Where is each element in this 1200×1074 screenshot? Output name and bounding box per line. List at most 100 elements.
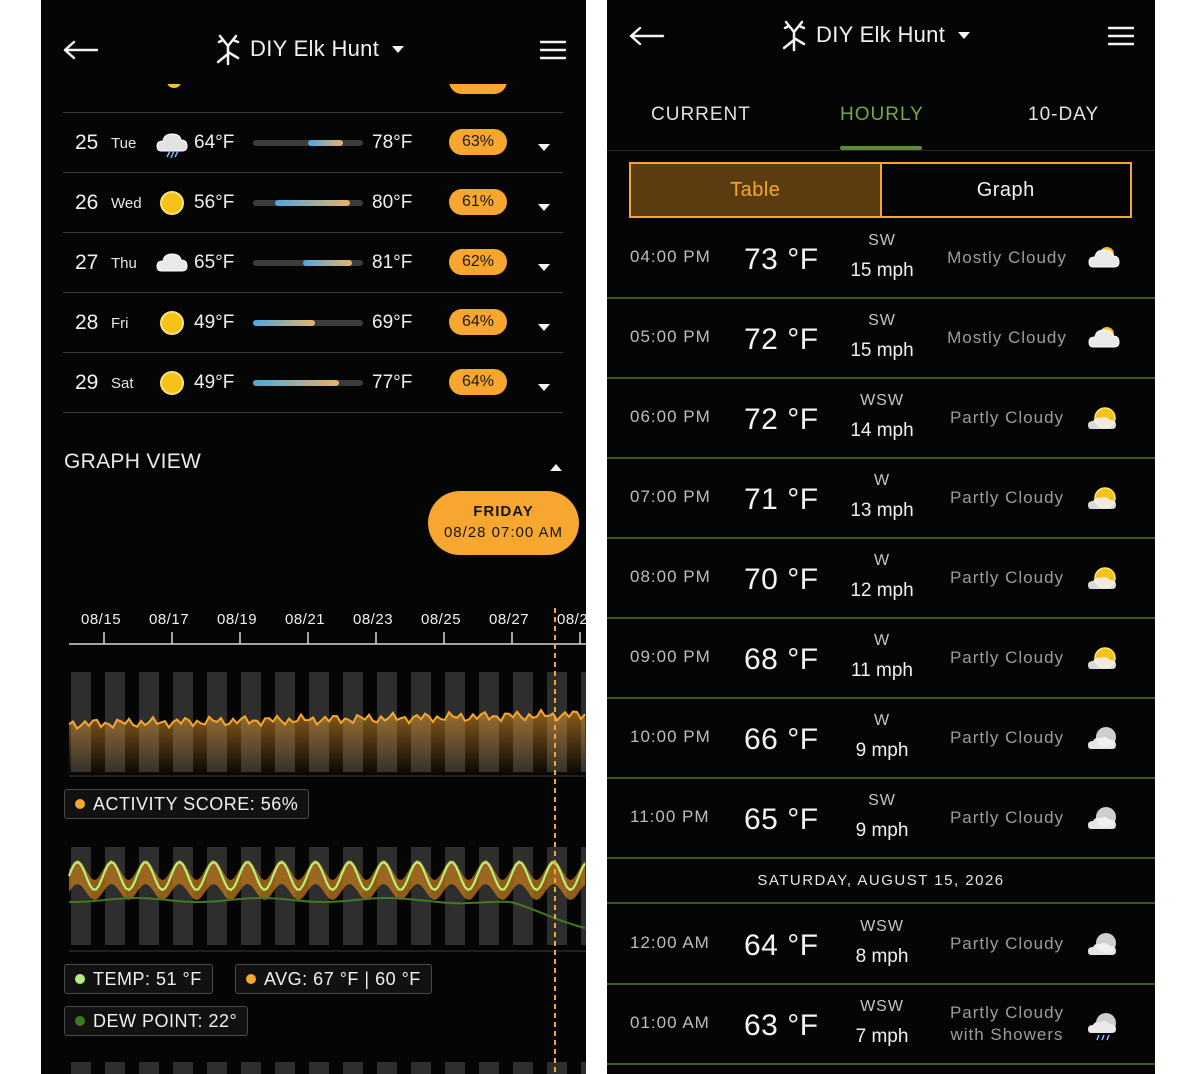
hamburger-menu-icon[interactable] (1108, 26, 1134, 46)
day-number: 26 (75, 191, 99, 214)
night-stripe (139, 847, 159, 945)
activity-score-badge: 64% (449, 369, 507, 395)
hourly-row[interactable]: 10:00 PM 66 °F W 9 mph Partly Cloudy (607, 699, 1155, 779)
hourly-row[interactable]: 01:00 AM 63 °F WSW 7 mph Partly Cloudy with S… (607, 985, 1155, 1065)
daily-row[interactable]: 27 Thu 65°F 81°F 62% (63, 233, 563, 293)
day-number: 28 (75, 311, 99, 334)
elk-logo-icon (780, 18, 808, 52)
hourly-row[interactable]: 11:00 PM 65 °F SW 9 mph Partly Cloudy (607, 779, 1155, 859)
hour-time: 11:00 PM (630, 807, 710, 826)
tab-current[interactable]: CURRENT (651, 104, 751, 126)
wind-speed: 14 mph (850, 420, 914, 441)
activity-temperature-graph[interactable] (41, 604, 586, 1074)
night-stripe (581, 847, 586, 945)
night-stripe (275, 1062, 295, 1074)
night-stripe (411, 1062, 431, 1074)
avg-label: AVG: 67 °F | 60 °F (264, 968, 421, 989)
high-temp: 69°F (372, 312, 413, 333)
condition-text: Mostly Cloudy (947, 248, 1067, 267)
wind-direction: WSW (860, 392, 904, 409)
hour-temp: 65 °F (744, 803, 819, 836)
hourly-row[interactable]: 12:00 AM 64 °F WSW 8 mph Partly Cloudy (607, 905, 1155, 985)
temp-range-fill (253, 380, 339, 386)
hamburger-menu-icon[interactable] (540, 40, 566, 60)
hour-time: 06:00 PM (630, 407, 711, 426)
night-stripe (377, 1062, 397, 1074)
wind-speed: 8 mph (855, 946, 909, 967)
app-brand-dropdown[interactable]: DIY Elk Hunt (214, 32, 405, 66)
chevron-down-icon[interactable] (537, 379, 551, 391)
condition-text: Partly Cloudy (949, 808, 1065, 827)
hourly-row[interactable]: 06:00 PM 72 °F WSW 14 mph Partly Cloudy (607, 379, 1155, 459)
hour-time: 12:00 AM (630, 933, 710, 952)
night-stripe (241, 1062, 261, 1074)
low-temp: 49°F (194, 372, 235, 393)
tab-divider (607, 150, 1155, 151)
high-temp: 81°F (372, 252, 413, 273)
night-stripe (309, 1062, 329, 1074)
table-view-button[interactable]: Table (631, 164, 882, 216)
back-arrow-icon[interactable] (63, 40, 99, 60)
daily-row[interactable]: 29 Sat 49°F 77°F 64% (63, 353, 563, 413)
temp-range-fill (253, 320, 315, 326)
condition-text: Partly Cloudy with Showers (937, 1002, 1077, 1046)
day-of-week: Fri (111, 315, 129, 332)
low-temp: 56°F (194, 192, 235, 213)
hour-temp: 71 °F (744, 483, 819, 516)
hour-time: 10:00 PM (630, 727, 711, 746)
partly-cloudy-icon (1087, 643, 1121, 675)
sun-icon (155, 367, 189, 399)
night-stripe (173, 847, 193, 945)
dew-point-legend: DEW POINT: 22° (64, 1006, 249, 1036)
night-stripe (411, 847, 431, 945)
day-of-week: Tue (111, 135, 137, 152)
night-stripe (105, 847, 125, 945)
high-temp: 78°F (372, 132, 413, 153)
condition-line-2: with Showers (950, 1025, 1064, 1044)
partly-cloudy-icon (1087, 403, 1121, 435)
condition-text: Mostly Cloudy (947, 328, 1067, 347)
temp-range-bar (253, 380, 363, 386)
condition-text: Partly Cloudy (949, 728, 1065, 747)
tab-hourly[interactable]: HOURLY (840, 104, 924, 126)
night-stripe (581, 1062, 586, 1074)
night-stripe (105, 1062, 125, 1074)
daily-row[interactable]: 26 Wed 56°F 80°F 61% (63, 173, 563, 233)
night-stripe (513, 847, 533, 945)
hourly-row[interactable]: 04:00 PM 73 °F SW 15 mph Mostly Cloudy (607, 219, 1155, 299)
hourly-row[interactable]: 05:00 PM 72 °F SW 15 mph Mostly Cloudy (607, 299, 1155, 379)
low-temp: 49°F (194, 312, 235, 333)
wind-direction: W (873, 472, 891, 489)
temp-range-fill (302, 260, 352, 266)
chevron-down-icon[interactable] (537, 139, 551, 151)
hour-temp: 66 °F (744, 723, 819, 756)
graph-view-button[interactable]: Graph (882, 164, 1131, 216)
hour-temp: 73 °F (744, 243, 819, 276)
dew-point-label: DEW POINT: 22° (93, 1010, 238, 1031)
temp-range-bar (253, 200, 363, 206)
condition-line-1: Partly Cloudy (949, 1003, 1065, 1022)
daily-row[interactable]: 25 Tue 64°F 78°F 63% (63, 113, 563, 173)
hourly-row[interactable]: 09:00 PM 68 °F W 11 mph Partly Cloudy (607, 619, 1155, 699)
hourly-row[interactable]: 07:00 PM 71 °F W 13 mph Partly Cloudy (607, 459, 1155, 539)
daily-row[interactable]: 28 Fri 49°F 69°F 64% (63, 293, 563, 353)
activity-score-badge: 62% (449, 249, 507, 275)
caret-up-icon[interactable] (549, 459, 563, 471)
tab-10-day[interactable]: 10-DAY (1028, 104, 1099, 126)
night-stripe (445, 847, 465, 945)
chevron-down-icon[interactable] (537, 259, 551, 271)
partial-row (63, 84, 563, 113)
wind-speed: 7 mph (855, 1026, 909, 1047)
night-stripe (479, 1062, 499, 1074)
back-arrow-icon[interactable] (629, 26, 665, 46)
hourly-row[interactable]: 08:00 PM 70 °F W 12 mph Partly Cloudy (607, 539, 1155, 619)
day-of-week: Sat (111, 375, 134, 392)
thunder-cloud-icon (155, 127, 189, 159)
night-stripe (275, 847, 295, 945)
bubble-day: FRIDAY (473, 503, 534, 520)
chevron-down-icon[interactable] (537, 319, 551, 331)
left-header: DIY Elk Hunt (41, 0, 586, 70)
chevron-down-icon[interactable] (537, 199, 551, 211)
app-brand-dropdown[interactable]: DIY Elk Hunt (780, 18, 971, 52)
hour-time: 01:00 AM (630, 1013, 710, 1032)
